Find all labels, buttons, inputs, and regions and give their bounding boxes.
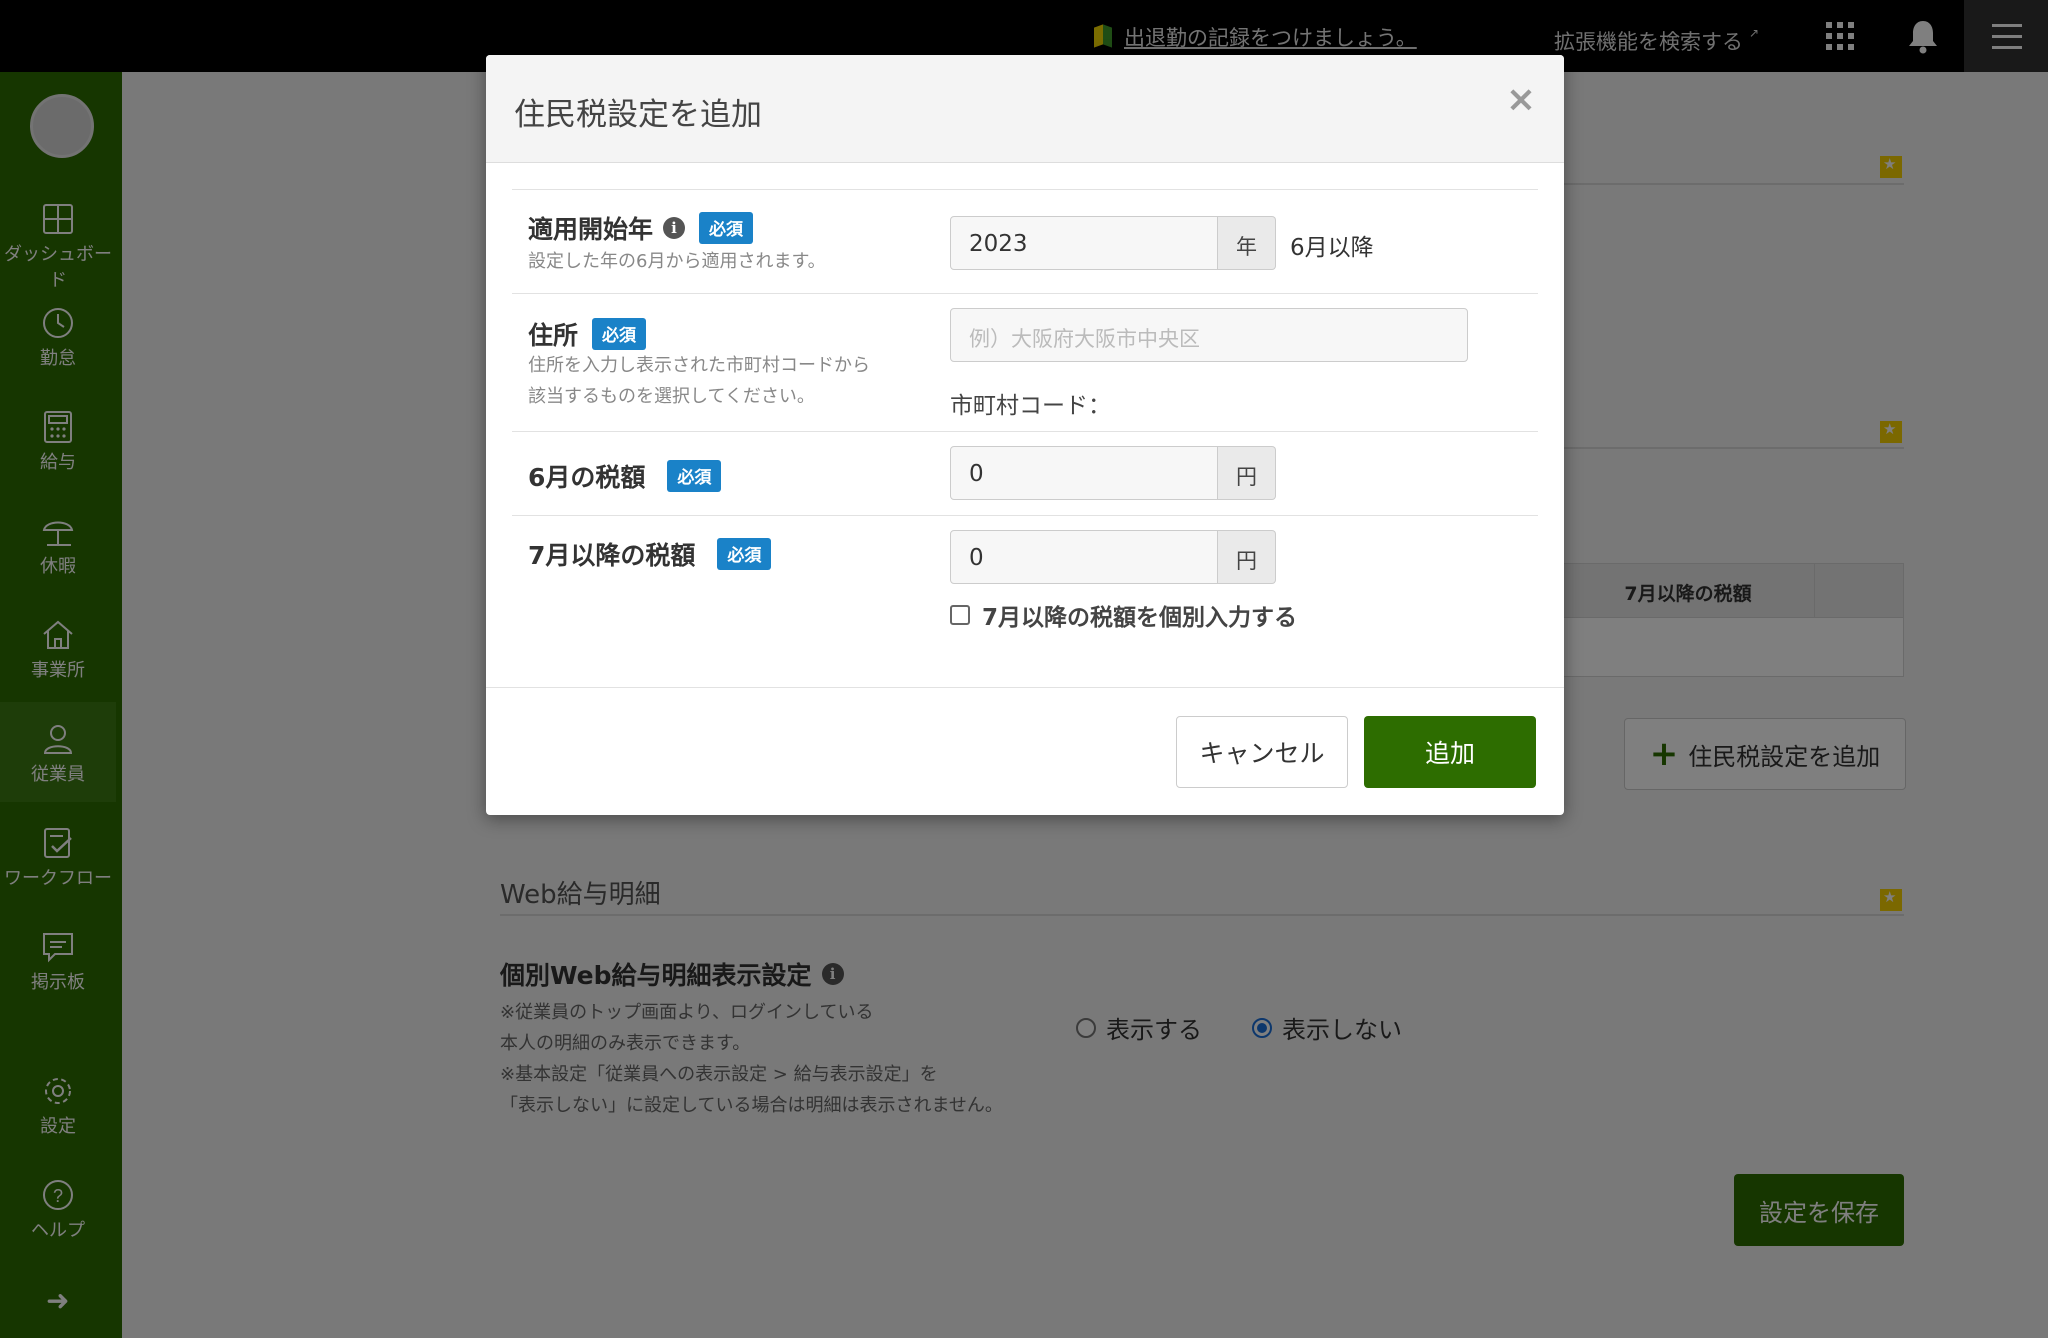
address-label: 住所 必須: [528, 316, 647, 352]
add-button[interactable]: 追加: [1364, 716, 1536, 788]
july-tax-individual-checkbox[interactable]: [950, 605, 970, 625]
form-row-june-tax: 6月の税額 必須 0 円: [512, 431, 1538, 515]
add-resident-tax-modal: 住民税設定を追加 × 適用開始年 i 必須 設定した年の6月から適用されます。 …: [486, 55, 1564, 815]
july-tax-individual-option[interactable]: 7月以降の税額を個別入力する: [950, 598, 1297, 632]
form-row-july-tax: 7月以降の税額 必須 0 円 7月以降の税額を個別入力する: [512, 515, 1538, 675]
address-help-line1: 住所を入力し表示された市町村コードから: [528, 355, 870, 376]
yen-unit: 円: [1218, 446, 1276, 500]
july-tax-individual-label: 7月以降の税額を個別入力する: [982, 605, 1298, 631]
info-icon[interactable]: i: [663, 217, 686, 239]
june-tax-label: 6月の税額 必須: [528, 458, 722, 494]
start-year-input[interactable]: 2023: [950, 216, 1218, 270]
july-tax-label-text: 7月以降の税額: [528, 541, 696, 570]
required-badge: 必須: [717, 538, 772, 570]
start-year-help: 設定した年の6月から適用されます。: [528, 251, 826, 272]
address-input[interactable]: 例）大阪府大阪市中央区: [950, 308, 1468, 362]
required-badge: 必須: [667, 460, 722, 492]
address-label-text: 住所: [528, 321, 579, 350]
form-row-address: 住所 必須 住所を入力し表示された市町村コードから 該当するものを選択してくださ…: [512, 293, 1538, 431]
close-icon[interactable]: ×: [1506, 79, 1536, 120]
required-badge: 必須: [592, 318, 647, 350]
address-help-line2: 該当するものを選択してください。: [528, 386, 815, 407]
modal-title: 住民税設定を追加: [514, 97, 762, 133]
cancel-button[interactable]: キャンセル: [1176, 716, 1348, 788]
start-year-label-text: 適用開始年: [528, 215, 654, 244]
required-badge: 必須: [699, 212, 754, 244]
modal-footer: キャンセル 追加: [486, 687, 1564, 815]
year-unit: 年: [1218, 216, 1276, 270]
june-tax-input-group: 0 円: [950, 446, 1276, 500]
form-row-start-year: 適用開始年 i 必須 設定した年の6月から適用されます。 2023 年 6月以降: [512, 189, 1538, 293]
start-year-suffix: 6月以降: [1290, 235, 1374, 261]
june-tax-input[interactable]: 0: [950, 446, 1218, 500]
start-year-label: 適用開始年 i 必須: [528, 210, 754, 246]
start-year-input-group: 2023 年: [950, 216, 1276, 270]
july-tax-input[interactable]: 0: [950, 530, 1218, 584]
july-tax-input-group: 0 円: [950, 530, 1276, 584]
june-tax-label-text: 6月の税額: [528, 463, 646, 492]
city-code-label: 市町村コード：: [950, 393, 1111, 419]
yen-unit: 円: [1218, 530, 1276, 584]
july-tax-label: 7月以降の税額 必須: [528, 536, 772, 572]
modal-header: 住民税設定を追加 ×: [486, 55, 1564, 163]
